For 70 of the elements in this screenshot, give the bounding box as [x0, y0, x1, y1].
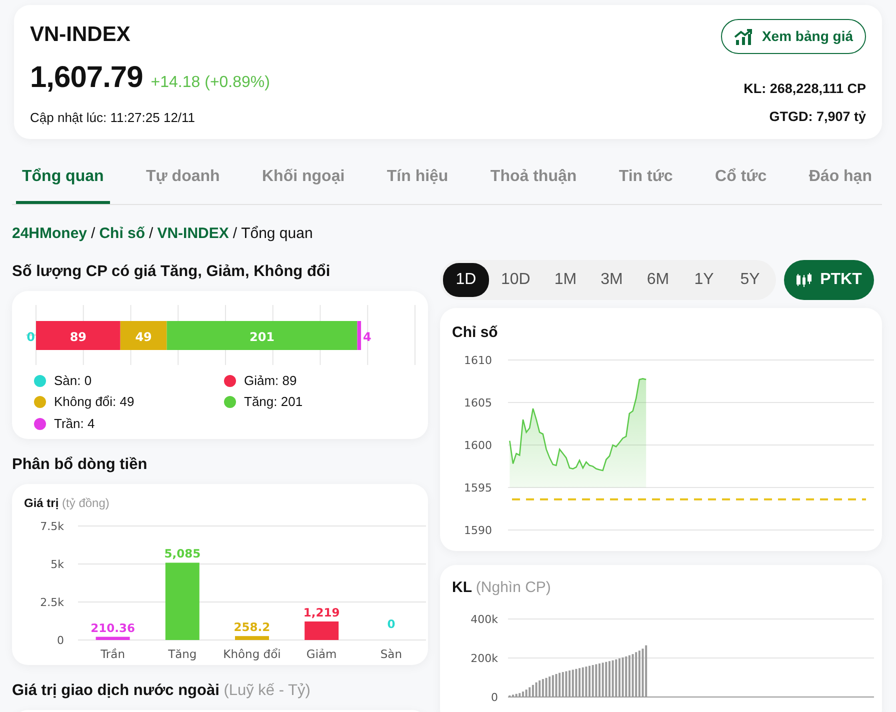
data-label: 201: [249, 330, 275, 344]
section-title: Số lượng CP có giá Tăng, Giảm, Không đổi: [12, 262, 332, 282]
chart-title: Giá trị (tỷ đồng): [24, 496, 110, 510]
axis-tick-label: 1595: [464, 482, 492, 494]
breadcrumb-separator: /: [149, 224, 154, 244]
axis-tick-label: 1590: [464, 524, 492, 537]
section-title: Giá trị giao dịch nước ngoài (Luỹ kế - Tỷ): [12, 681, 312, 701]
axis-tick-label: 1600: [464, 439, 492, 452]
breadcrumb-separator: /: [91, 224, 96, 244]
data-label: 49: [135, 330, 152, 344]
axis-tick-label: 200k: [470, 652, 498, 665]
breadcrumb-link[interactable]: VN-INDEX: [157, 223, 229, 246]
tab[interactable]: Đáo hạn: [802, 157, 878, 204]
period-tab[interactable]: 10D: [489, 262, 542, 296]
axis-tick-label: 0: [491, 691, 498, 704]
category-label: Tăng: [168, 647, 197, 661]
tab[interactable]: Tự doanh: [140, 157, 226, 204]
data-label: 5,085: [164, 546, 201, 561]
data-label: 0: [26, 330, 35, 344]
axis-tick-label: 2.5k: [40, 596, 64, 609]
period-tab[interactable]: 1D: [443, 262, 489, 296]
chart-title: KL (Nghìn CP): [452, 578, 551, 596]
data-label: 89: [70, 330, 87, 344]
tab[interactable]: Tổng quan: [16, 157, 110, 204]
category-label: Sàn: [380, 647, 402, 661]
data-label: 1,219: [303, 605, 340, 620]
axis-tick-label: 1610: [464, 354, 492, 367]
category-label: Không đổi: [223, 647, 281, 661]
period-tab[interactable]: 1Y: [681, 262, 728, 296]
tab[interactable]: Tin tức: [612, 157, 679, 204]
data-label: 4: [363, 330, 372, 344]
price-change: +14.18 (+0.89%): [150, 72, 270, 92]
period-tab[interactable]: 1M: [542, 262, 589, 296]
breadcrumb-link[interactable]: Chỉ số: [99, 223, 146, 246]
tab[interactable]: Tín hiệu: [380, 157, 454, 204]
breadcrumb-separator: /: [232, 224, 238, 244]
category-label: Trần: [100, 647, 125, 661]
legend-label: Không đổi: 49: [54, 393, 134, 412]
legend-label: Giảm: 89: [244, 372, 297, 390]
legend-label: Tăng: 201: [244, 393, 303, 412]
axis-tick-label: 1605: [464, 396, 492, 410]
section-title: Phân bổ dòng tiền: [12, 454, 148, 475]
tab[interactable]: Cổ tức: [709, 157, 773, 204]
chart-title: Chỉ số: [452, 324, 498, 340]
volume-text: KL: 268,228,111 CP: [744, 80, 866, 98]
period-tab[interactable]: 6M: [634, 262, 682, 296]
breadcrumb-current: Tổng quan: [241, 224, 313, 244]
technical-analysis-button[interactable]: PTKT: [784, 260, 874, 300]
data-label: 0: [387, 617, 396, 631]
category-label: Giảm: [306, 647, 337, 661]
breadcrumb-link[interactable]: 24HMoney: [12, 223, 88, 246]
trading-value-text: GTGD: 7,907 tỷ: [769, 108, 866, 126]
update-time: Cập nhật lúc: 11:27:25 12/11: [30, 108, 196, 127]
tab[interactable]: Thoả thuận: [484, 157, 583, 204]
legend-label: Sàn: 0: [54, 372, 92, 390]
chart-up-icon: [734, 28, 754, 46]
legend-label: Trần: 4: [54, 414, 95, 433]
tab[interactable]: Khối ngoại: [256, 157, 351, 204]
period-tab[interactable]: 3M: [588, 262, 635, 296]
axis-tick-label: 400k: [470, 613, 498, 626]
index-price: 1,607.79: [30, 60, 143, 96]
candlestick-icon: [796, 272, 812, 286]
axis-tick-label: 7.5k: [40, 520, 64, 533]
period-tab[interactable]: 5Y: [727, 262, 774, 296]
index-title: VN-INDEX: [30, 22, 132, 48]
axis-tick-label: 0: [57, 634, 64, 647]
axis-tick-label: 5k: [50, 558, 64, 571]
price-board-button[interactable]: Xem bảng giá: [720, 19, 866, 54]
data-label: 258.2: [234, 620, 270, 634]
data-label: 210.36: [90, 620, 135, 635]
